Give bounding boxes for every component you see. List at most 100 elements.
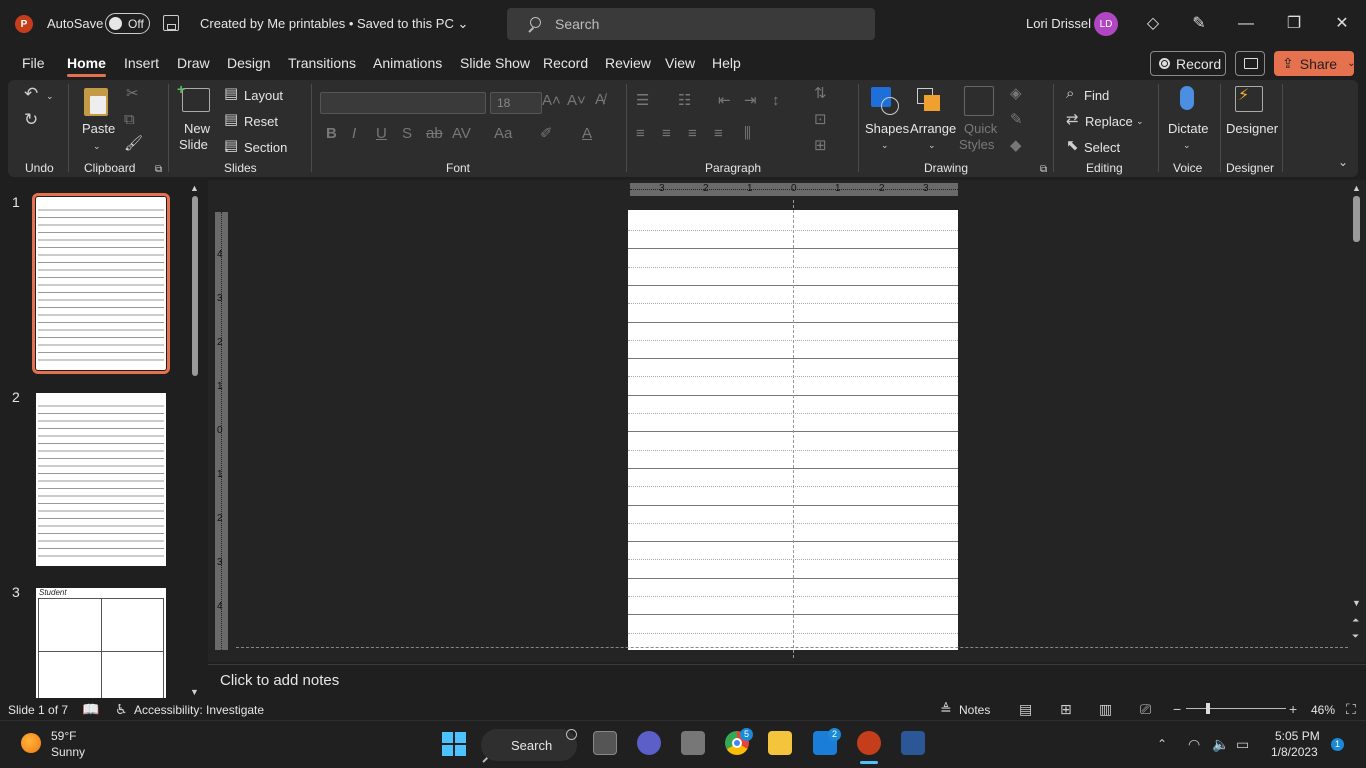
volume-icon[interactable]: 🔈 [1212, 736, 1229, 752]
clock-time[interactable]: 5:05 PM [1275, 729, 1320, 743]
quick-styles-icon[interactable] [964, 86, 994, 116]
font-name-select[interactable] [320, 92, 486, 114]
layout-icon[interactable]: ▤ [224, 86, 238, 102]
align-center-icon[interactable]: ≡ [662, 126, 671, 142]
reading-view-icon[interactable]: ▥ [1099, 701, 1112, 717]
decrease-indent-icon[interactable]: ⇤ [718, 93, 731, 109]
search-input[interactable]: Search [507, 8, 875, 40]
shapes-icon[interactable] [871, 87, 899, 115]
comments-button[interactable] [1235, 51, 1265, 76]
weather-condition[interactable]: Sunny [51, 745, 85, 759]
tab-review[interactable]: Review [605, 55, 651, 71]
tab-insert[interactable]: Insert [124, 55, 159, 71]
slide-thumbnail-3[interactable]: Student [36, 588, 166, 698]
tab-design[interactable]: Design [227, 55, 271, 71]
font-size-select[interactable]: 18 [490, 92, 542, 114]
designer-button[interactable]: Designer [1226, 121, 1278, 136]
restore-icon[interactable]: ❐ [1284, 14, 1304, 34]
redo-icon[interactable]: ↻ [24, 111, 38, 128]
copy-icon[interactable]: ⧉ [124, 112, 135, 128]
autosave-toggle[interactable]: Off [105, 13, 150, 34]
fit-to-window-icon[interactable]: ⛶ [1346, 701, 1356, 717]
strikethrough-icon[interactable]: ab [426, 126, 443, 142]
tab-home[interactable]: Home [67, 55, 106, 77]
file-explorer-icon[interactable] [768, 731, 792, 755]
taskbar-search[interactable]: Search [481, 729, 577, 761]
clock-date[interactable]: 1/8/2023 [1271, 745, 1318, 759]
find-icon[interactable]: ⌕ [1066, 86, 1074, 102]
zoom-slider-thumb[interactable] [1206, 703, 1210, 714]
zoom-in-icon[interactable]: + [1289, 701, 1297, 717]
section-icon[interactable]: ▤ [224, 138, 238, 154]
share-button[interactable]: ⇪ Share ⌄ [1274, 51, 1355, 76]
tab-file[interactable]: File [22, 55, 45, 71]
format-painter-icon[interactable]: 🖌 [124, 136, 143, 152]
slide-pane-scrollbar[interactable] [190, 196, 200, 376]
avatar[interactable]: LD [1094, 12, 1118, 36]
tab-animations[interactable]: Animations [373, 55, 442, 71]
justify-icon[interactable]: ≡ [714, 126, 723, 142]
align-right-icon[interactable]: ≡ [688, 126, 697, 142]
shape-effects-icon[interactable]: ◆ [1010, 138, 1022, 154]
decrease-font-icon[interactable]: A˅ [567, 93, 586, 109]
italic-icon[interactable]: I [352, 126, 356, 142]
reset-icon[interactable]: ▤ [224, 112, 238, 128]
notes-placeholder[interactable]: Click to add notes [220, 672, 339, 689]
tab-help[interactable]: Help [712, 55, 741, 71]
character-spacing-icon[interactable]: AV [452, 126, 471, 142]
tab-draw[interactable]: Draw [177, 55, 210, 71]
new-slide-label-2[interactable]: Slide [179, 137, 208, 152]
slide-thumbnail-1[interactable] [32, 193, 170, 374]
align-text-icon[interactable]: ⊡ [814, 112, 827, 128]
scroll-up-icon[interactable]: ▲ [190, 180, 199, 196]
slide-sorter-icon[interactable]: ⊞ [1060, 701, 1072, 717]
horizontal-guide[interactable] [236, 647, 1348, 648]
wifi-icon[interactable]: ◠ [1188, 736, 1200, 752]
shape-fill-icon[interactable]: ◈ [1010, 86, 1022, 102]
paste-label[interactable]: Paste [82, 121, 115, 136]
text-direction-icon[interactable]: ⇅ [814, 86, 827, 102]
underline-icon[interactable]: U [376, 126, 387, 142]
teams-chat-icon[interactable] [637, 731, 661, 755]
battery-icon[interactable]: ▭ [1236, 736, 1249, 752]
font-color-icon[interactable]: A [582, 126, 592, 142]
shape-outline-icon[interactable]: ✎ [1010, 112, 1023, 128]
clear-formatting-icon[interactable]: A̸ [595, 92, 605, 108]
increase-font-icon[interactable]: A˄ [542, 93, 561, 109]
bullets-icon[interactable]: ☰ [636, 93, 649, 109]
previous-slide-icon[interactable]: ⏶ [1352, 612, 1359, 628]
section-button[interactable]: Section [244, 140, 287, 155]
chevron-down-icon[interactable]: ⌄ [46, 88, 54, 104]
zoom-out-icon[interactable]: − [1173, 701, 1181, 717]
paste-icon[interactable] [84, 88, 108, 116]
diamond-icon[interactable]: ◇ [1143, 14, 1163, 34]
highlight-icon[interactable]: ✐ [540, 126, 553, 142]
layout-button[interactable]: Layout [244, 88, 283, 103]
replace-button[interactable]: Replace [1085, 114, 1133, 129]
voice-recorder-icon[interactable] [681, 731, 705, 755]
user-name[interactable]: Lori Drissel [1026, 16, 1091, 31]
collapse-ribbon-icon[interactable]: ⌄ [1338, 154, 1348, 170]
reset-button[interactable]: Reset [244, 114, 278, 129]
save-icon[interactable] [163, 15, 179, 31]
designer-icon[interactable]: ⚡ [1235, 86, 1263, 112]
notes-pane[interactable] [208, 664, 1366, 698]
change-case-icon[interactable]: Aa [494, 126, 512, 142]
accessibility-icon[interactable]: ♿ [115, 701, 128, 717]
smartart-icon[interactable]: ⊞ [814, 138, 827, 154]
word-icon[interactable] [901, 731, 925, 755]
select-button[interactable]: Select [1084, 140, 1120, 155]
tab-slide-show[interactable]: Slide Show [460, 55, 530, 71]
shadow-icon[interactable]: S [402, 126, 412, 142]
notes-toggle[interactable]: Notes [959, 703, 990, 717]
undo-icon[interactable]: ↶ [24, 85, 38, 102]
chevron-up-icon[interactable]: ⌃ [1157, 736, 1167, 752]
vertical-guide[interactable] [793, 200, 794, 658]
document-title[interactable]: Created by Me printables • Saved to this… [200, 16, 468, 32]
chevron-down-icon[interactable]: ⌄ [1136, 113, 1144, 129]
record-button[interactable]: Record [1150, 51, 1226, 76]
numbering-icon[interactable]: ☷ [678, 93, 691, 109]
accessibility-status[interactable]: Accessibility: Investigate [134, 703, 264, 717]
slideshow-icon[interactable]: ⎚ [1140, 701, 1151, 717]
select-icon[interactable]: ⬉ [1066, 138, 1079, 154]
